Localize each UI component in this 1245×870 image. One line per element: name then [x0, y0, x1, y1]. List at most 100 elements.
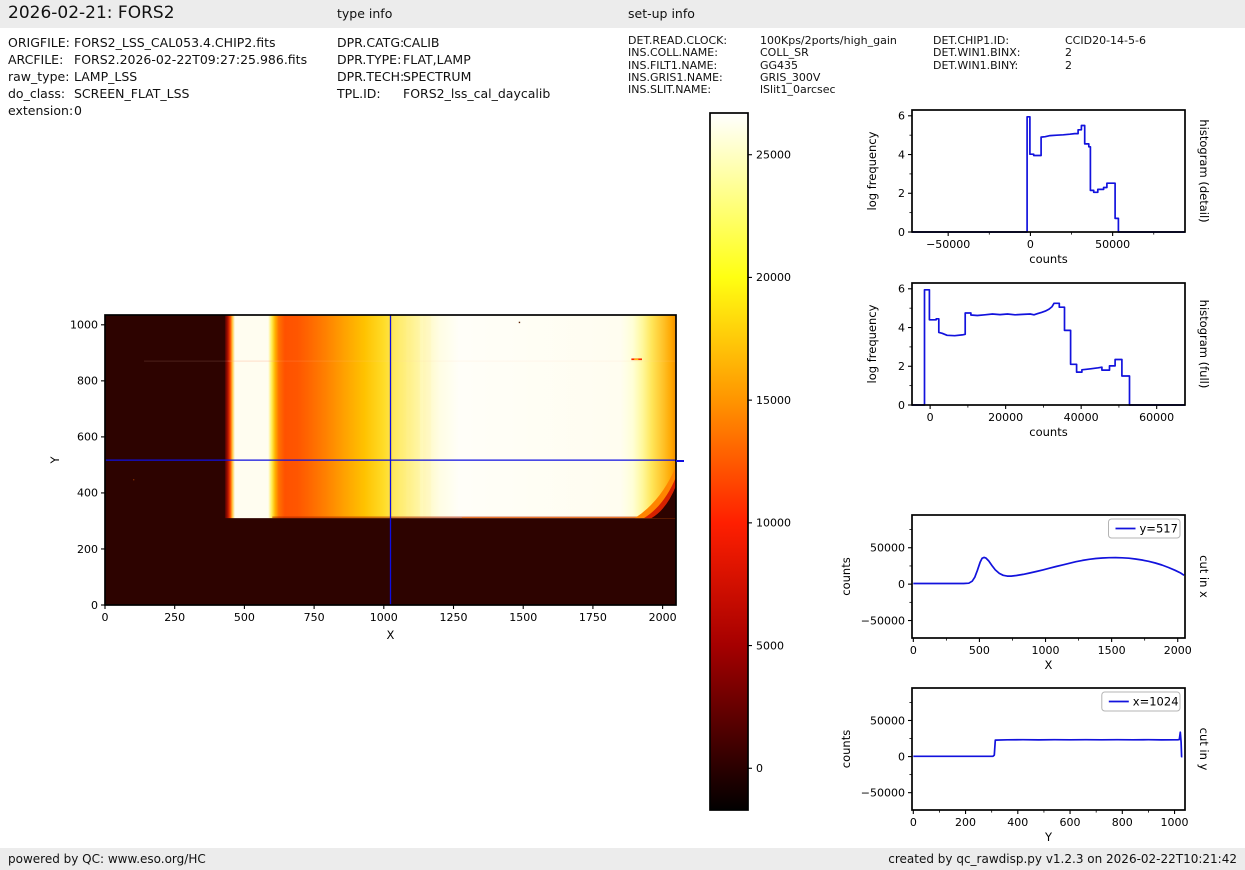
svg-text:500: 500 [234, 611, 255, 624]
svg-text:15000: 15000 [756, 394, 791, 407]
svg-text:0: 0 [898, 226, 905, 239]
svg-text:histogram (full): histogram (full) [1197, 300, 1211, 389]
svg-text:5000: 5000 [756, 639, 784, 652]
svg-text:50000: 50000 [870, 542, 905, 555]
svg-text:counts: counts [839, 730, 853, 768]
svg-text:50000: 50000 [870, 714, 905, 727]
svg-text:250: 250 [164, 611, 185, 624]
svg-text:cut in y: cut in y [1197, 728, 1211, 771]
meta-value: CALIB [403, 35, 440, 50]
svg-text:10000: 10000 [756, 517, 791, 530]
section-label-setup-info: set-up info [628, 6, 695, 21]
svg-text:1000: 1000 [70, 319, 98, 332]
footer-bar: powered by QC: www.eso.org/HC created by… [0, 848, 1245, 870]
raw-image-heatmap: 0 250 500 750 1000 1250 1500 1750 2000 0 200 400 600… [48, 314, 677, 642]
meta-value: FORS2.2026-02-22T09:27:25.986.fits [74, 52, 308, 67]
svg-text:4: 4 [898, 321, 905, 334]
svg-text:4: 4 [898, 148, 905, 161]
meta-label: DET.WIN1.BINY: [933, 58, 1019, 72]
svg-text:1750: 1750 [579, 611, 607, 624]
svg-text:histogram (detail): histogram (detail) [1197, 119, 1211, 222]
svg-text:0: 0 [91, 599, 98, 612]
svg-text:X: X [387, 628, 395, 642]
svg-text:cut in x: cut in x [1197, 555, 1211, 598]
svg-text:200: 200 [77, 543, 98, 556]
meta-row: raw_type: LAMP_LSS [8, 68, 307, 85]
svg-text:counts: counts [1029, 425, 1067, 439]
meta-label: extension: [8, 103, 74, 118]
meta-row: ARCFILE: FORS2.2026-02-22T09:27:25.986.fi… [8, 51, 307, 68]
svg-text:0: 0 [927, 411, 934, 424]
svg-text:1250: 1250 [440, 611, 468, 624]
svg-text:400: 400 [1007, 816, 1028, 829]
meta-value: 2 [1065, 58, 1072, 72]
svg-text:1000: 1000 [1161, 816, 1189, 829]
meta-value: COLL_SR [760, 46, 809, 60]
svg-text:Y: Y [1044, 830, 1053, 844]
section-label-type-info: type info [337, 6, 393, 21]
svg-text:400: 400 [77, 487, 98, 500]
meta-row: DET.WIN1.BINX: 2 [933, 46, 1146, 60]
svg-text:2: 2 [898, 187, 905, 200]
histogram-full-plot: 0 20000 40000 60000 0 2 4 6 counts log frequency h… [865, 282, 1211, 439]
meta-value: FORS2_LSS_CAL053.4.CHIP2.fits [74, 35, 276, 50]
svg-text:50000: 50000 [1095, 238, 1130, 251]
svg-text:2000: 2000 [1164, 644, 1192, 657]
meta-value: 0 [74, 103, 82, 118]
meta-label: TPL.ID: [337, 86, 381, 101]
svg-text:y=517: y=517 [1140, 522, 1178, 536]
file-info-block: ORIGFILE: FORS2_LSS_CAL053.4.CHIP2.fits A… [8, 34, 307, 119]
meta-label: ORIGFILE: [8, 35, 70, 50]
qc-report-page: 2026-02-21: FORS2 type info set-up info … [0, 0, 1245, 870]
svg-text:20000: 20000 [988, 411, 1023, 424]
meta-value: 2 [1065, 46, 1072, 60]
meta-label: DET.WIN1.BINX: [933, 46, 1021, 60]
svg-text:1000: 1000 [1032, 644, 1060, 657]
setup-info-block-1: DET.READ.CLOCK: 100Kps/2ports/high_gain I… [628, 34, 897, 97]
svg-text:60000: 60000 [1139, 411, 1174, 424]
svg-text:2: 2 [898, 360, 905, 373]
svg-text:600: 600 [77, 431, 98, 444]
setup-info-block-2: DET.CHIP1.ID: CCID20-14-5-6 DET.WIN1.BINX… [933, 34, 1146, 72]
svg-text:X: X [1045, 658, 1053, 672]
meta-label: INS.COLL.NAME: [628, 46, 718, 60]
svg-text:800: 800 [77, 375, 98, 388]
meta-row: DPR.CATG:CALIB [337, 34, 550, 51]
svg-text:800: 800 [1112, 816, 1133, 829]
meta-label: INS.SLIT.NAME: [628, 83, 712, 97]
page-title: 2026-02-21: FORS2 [8, 3, 175, 23]
svg-text:1500: 1500 [509, 611, 537, 624]
cut-in-y-plot: 0 200 400 600 800 1000 −50000 0 50000 Ycounts cut … [839, 687, 1211, 844]
svg-text:−50000: −50000 [861, 614, 905, 627]
svg-text:0: 0 [1027, 238, 1034, 251]
meta-label: DPR.TYPE: [337, 52, 402, 67]
meta-row: DET.WIN1.BINY: 2 [933, 58, 1146, 72]
histogram-detail-plot: −50000 0 50000 0 2 4 6 counts log frequency histo… [865, 109, 1211, 266]
svg-text:20000: 20000 [756, 271, 791, 284]
meta-row: DPR.TECH:SPECTRUM [337, 68, 550, 85]
svg-text:6: 6 [898, 110, 905, 123]
svg-text:1000: 1000 [370, 611, 398, 624]
header-bar: 2026-02-21: FORS2 type info set-up info [0, 0, 1245, 28]
meta-value: SCREEN_FLAT_LSS [74, 86, 190, 101]
svg-text:log frequency: log frequency [865, 131, 879, 210]
svg-text:Y: Y [48, 456, 62, 465]
meta-value: LAMP_LSS [74, 69, 138, 84]
meta-row: INS.SLIT.NAME: lSlit1_0arcsec [628, 83, 897, 97]
svg-text:600: 600 [1060, 816, 1081, 829]
meta-value: CCID20-14-5-6 [1065, 34, 1146, 47]
svg-text:0: 0 [898, 578, 905, 591]
svg-text:25000: 25000 [756, 149, 791, 162]
svg-text:counts: counts [839, 557, 853, 595]
svg-text:counts: counts [1029, 252, 1067, 266]
crosshair-line-extension [676, 460, 684, 462]
meta-value: SPECTRUM [403, 69, 472, 84]
svg-text:−50000: −50000 [861, 786, 905, 799]
svg-text:1500: 1500 [1098, 644, 1126, 657]
meta-value: 100Kps/2ports/high_gain [760, 34, 897, 47]
meta-row: DPR.TYPE: FLAT,LAMP [337, 51, 550, 68]
svg-text:6: 6 [898, 283, 905, 296]
svg-text:0: 0 [756, 762, 763, 775]
meta-label: do_class: [8, 86, 66, 101]
meta-value: FORS2_lss_cal_daycalib [403, 86, 551, 101]
